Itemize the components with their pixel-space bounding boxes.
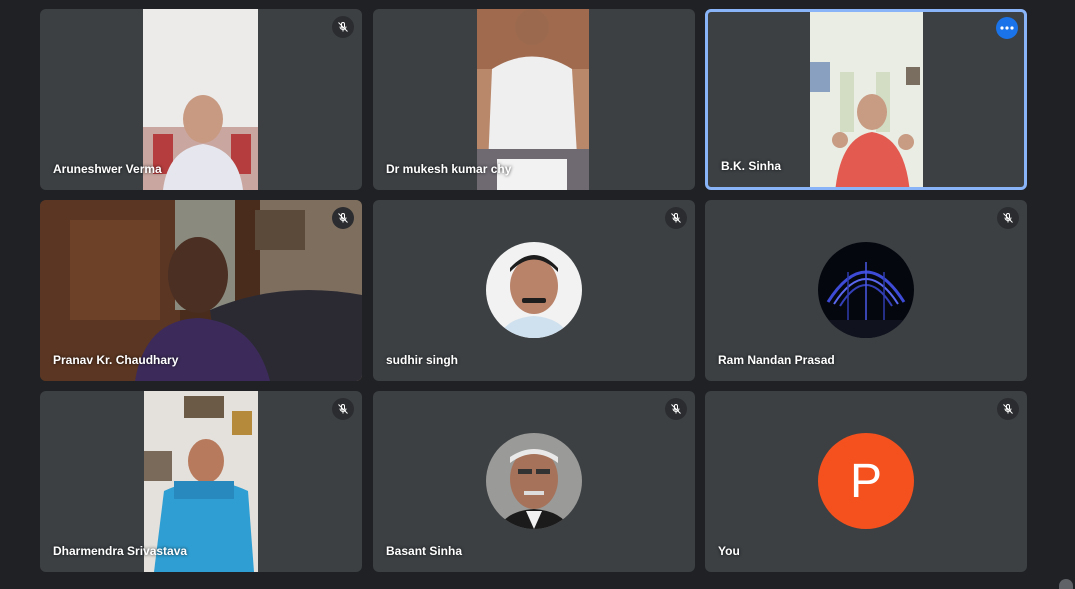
- avatar: [818, 242, 914, 338]
- participant-name: Pranav Kr. Chaudhary: [53, 353, 179, 367]
- profile-photo: [818, 242, 914, 338]
- mic-off-icon: [1003, 212, 1013, 223]
- participant-name: Ram Nandan Prasad: [718, 353, 835, 367]
- more-options-button[interactable]: [996, 17, 1018, 39]
- avatar-letter: P: [849, 454, 882, 508]
- participant-name: You: [718, 544, 740, 558]
- participant-name: Dr mukesh kumar chy: [386, 162, 512, 176]
- profile-photo: [486, 242, 582, 338]
- mic-off-icon: [671, 403, 681, 414]
- mute-indicator: [665, 207, 687, 229]
- participant-tile-sudhir-singh[interactable]: sudhir singh: [373, 200, 695, 381]
- mute-indicator: [997, 207, 1019, 229]
- mute-indicator: [332, 16, 354, 38]
- participant-tile-basant-sinha[interactable]: Basant Sinha: [373, 391, 695, 572]
- participant-name: Aruneshwer Verma: [53, 162, 162, 176]
- more-horiz-icon: [1000, 26, 1014, 30]
- mute-indicator: [332, 207, 354, 229]
- participant-tile-ram-nandan-prasad[interactable]: Ram Nandan Prasad: [705, 200, 1027, 381]
- profile-photo: [486, 433, 582, 529]
- participant-tile-dharmendra-srivastava[interactable]: Dharmendra Srivastava: [40, 391, 362, 572]
- participant-name: Dharmendra Srivastava: [53, 544, 188, 558]
- participant-video: [810, 12, 923, 187]
- scroll-handle[interactable]: [1059, 579, 1073, 589]
- mute-indicator: [997, 398, 1019, 420]
- participant-name: B.K. Sinha: [721, 159, 782, 173]
- participant-tile-pranav-kr-chaudhary[interactable]: Pranav Kr. Chaudhary: [40, 200, 362, 381]
- meeting-grid: Aruneshwer Verma Dr mukesh kumar chy B.K…: [0, 0, 1075, 589]
- avatar: P: [818, 433, 914, 529]
- mic-off-icon: [338, 212, 348, 223]
- mic-off-icon: [338, 21, 348, 32]
- participant-name: sudhir singh: [386, 353, 458, 367]
- mute-indicator: [665, 398, 687, 420]
- participant-tile-aruneshwer-verma[interactable]: Aruneshwer Verma: [40, 9, 362, 190]
- participant-tile-bk-sinha[interactable]: B.K. Sinha: [705, 9, 1027, 190]
- mic-off-icon: [1003, 403, 1013, 414]
- avatar: [486, 433, 582, 529]
- mic-off-icon: [671, 212, 681, 223]
- mic-off-icon: [338, 403, 348, 414]
- avatar: [486, 242, 582, 338]
- participant-name: Basant Sinha: [386, 544, 463, 558]
- participant-tile-dr-mukesh-kumar-chy[interactable]: Dr mukesh kumar chy: [373, 9, 695, 190]
- video-frame: [810, 12, 923, 187]
- mute-indicator: [332, 398, 354, 420]
- participant-tile-you[interactable]: P You: [705, 391, 1027, 572]
